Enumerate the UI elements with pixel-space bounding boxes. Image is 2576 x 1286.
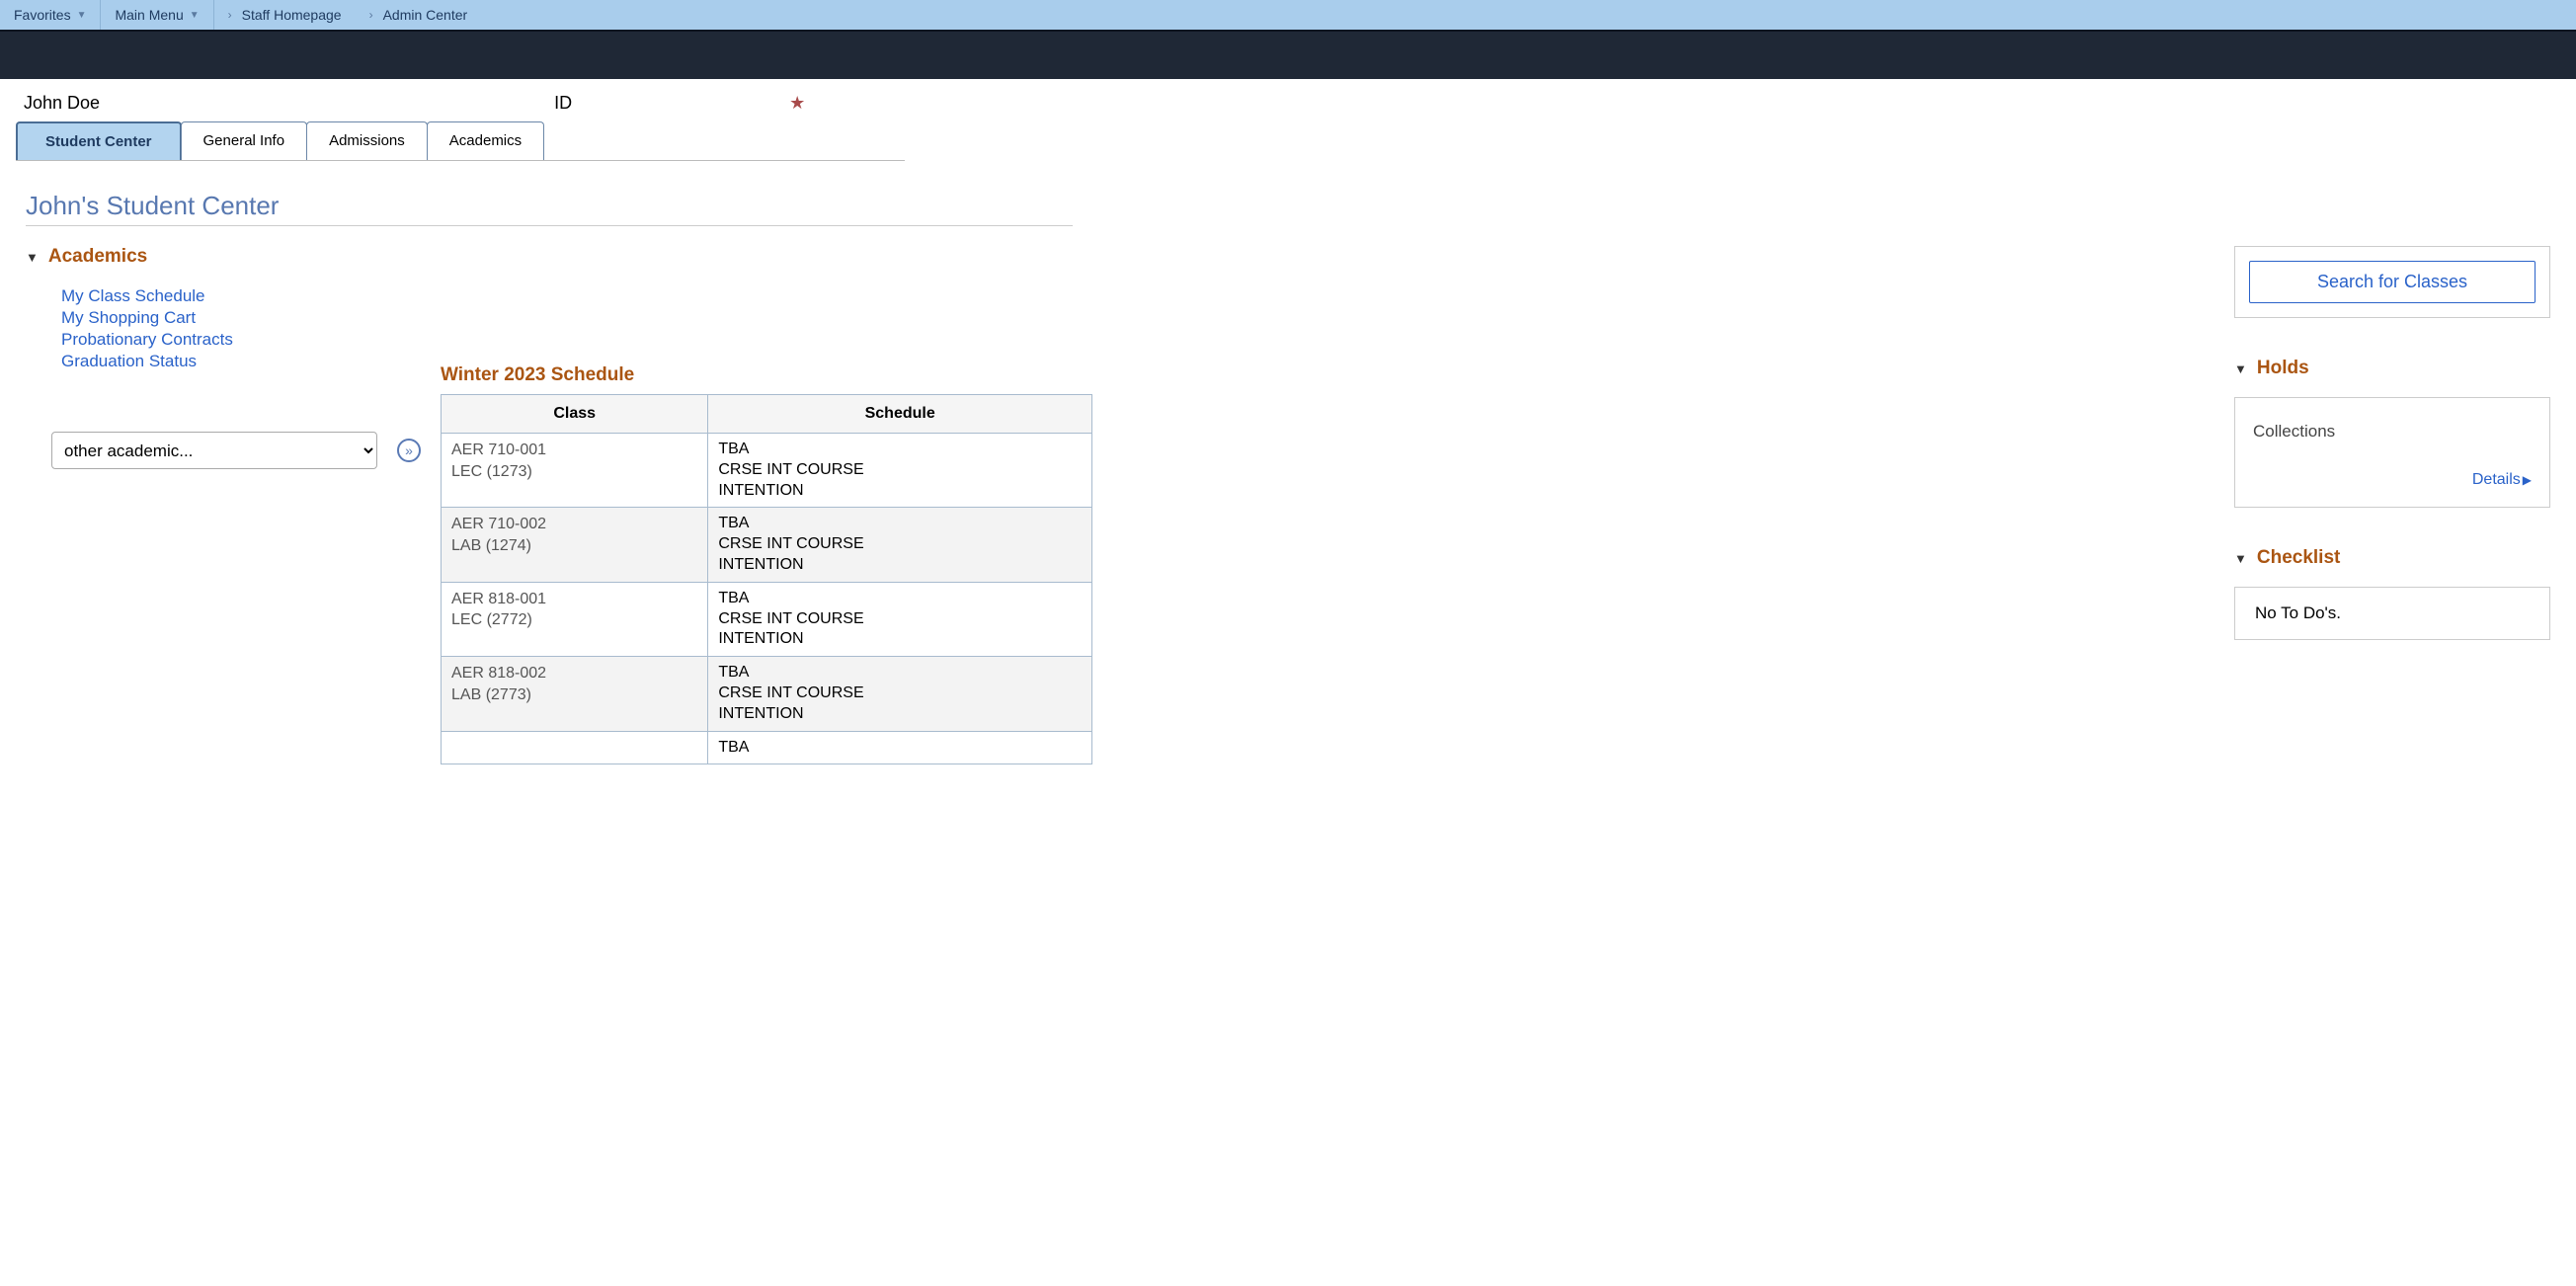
table-row: AER 710-001LEC (1273)TBACRSE INT COURSEI…: [442, 434, 1092, 508]
class-cell: AER 818-002LAB (2773): [442, 657, 708, 731]
schedule-title: Winter 2023 Schedule: [441, 364, 1092, 386]
page-title: John's Student Center: [26, 191, 2576, 221]
triangle-right-icon: ▶: [2523, 473, 2532, 487]
class-cell: AER 818-001LEC (2772): [442, 582, 708, 656]
holds-text: Collections: [2253, 422, 2532, 442]
breadcrumb-bar: Favorites ▼ Main Menu ▼ › Staff Homepage…: [0, 0, 2576, 30]
details-label: Details: [2472, 471, 2521, 488]
search-panel: Search for Classes: [2234, 246, 2550, 318]
schedule-cell: TBACRSE INT COURSEINTENTION: [708, 582, 1092, 656]
checklist-panel: No To Do's.: [2234, 587, 2550, 640]
tab-label: Admissions: [329, 132, 405, 149]
academics-links: My Class Schedule My Shopping Cart Proba…: [61, 285, 441, 372]
details-link[interactable]: Details▶: [2472, 471, 2532, 488]
tab-academics[interactable]: Academics: [427, 121, 544, 160]
triangle-down-icon: ▼: [2234, 362, 2247, 376]
link-probationary[interactable]: Probationary Contracts: [61, 329, 441, 351]
schedule-cell: TBA: [708, 731, 1092, 764]
table-row: TBA: [442, 731, 1092, 764]
tab-student-center[interactable]: Student Center: [16, 121, 182, 160]
holds-section-title: Holds: [2257, 358, 2309, 379]
link-graduation[interactable]: Graduation Status: [61, 351, 441, 372]
header-banner: [0, 30, 2576, 79]
checklist-section-toggle[interactable]: ▼ Checklist: [2234, 547, 2550, 569]
tab-general-info[interactable]: General Info: [181, 121, 308, 160]
academics-section-toggle[interactable]: ▼ Academics: [26, 246, 441, 268]
caret-down-icon: ▼: [77, 10, 87, 21]
tab-strip: Student Center General Info Admissions A…: [16, 121, 905, 161]
checklist-text: No To Do's.: [2255, 603, 2530, 623]
triangle-down-icon: ▼: [26, 250, 39, 265]
holds-panel: Collections Details▶: [2234, 397, 2550, 508]
tab-label: General Info: [203, 132, 285, 149]
identity-row: John Doe ID ★: [0, 79, 2576, 121]
caret-down-icon: ▼: [190, 10, 200, 21]
other-academic-select[interactable]: other academic...: [51, 432, 377, 469]
class-cell: [442, 731, 708, 764]
favorites-label: Favorites: [14, 7, 71, 23]
search-for-classes-button[interactable]: Search for Classes: [2249, 261, 2536, 303]
id-label: ID: [554, 93, 572, 114]
breadcrumb-label: Staff Homepage: [242, 7, 342, 23]
link-shopping-cart[interactable]: My Shopping Cart: [61, 307, 441, 329]
go-icon[interactable]: »: [397, 439, 421, 462]
tab-label: Academics: [449, 132, 522, 149]
holds-section-toggle[interactable]: ▼ Holds: [2234, 358, 2550, 379]
schedule-cell: TBACRSE INT COURSEINTENTION: [708, 657, 1092, 731]
schedule-cell: TBACRSE INT COURSEINTENTION: [708, 508, 1092, 582]
triangle-down-icon: ▼: [2234, 551, 2247, 566]
checklist-section-title: Checklist: [2257, 547, 2340, 569]
class-cell: AER 710-002LAB (1274): [442, 508, 708, 582]
tab-admissions[interactable]: Admissions: [306, 121, 428, 160]
academics-section-title: Academics: [48, 246, 147, 268]
star-icon[interactable]: ★: [789, 93, 805, 114]
table-row: AER 818-002LAB (2773)TBACRSE INT COURSEI…: [442, 657, 1092, 731]
favorites-menu[interactable]: Favorites ▼: [0, 0, 101, 30]
main-menu[interactable]: Main Menu ▼: [101, 0, 213, 30]
table-row: AER 818-001LEC (2772)TBACRSE INT COURSEI…: [442, 582, 1092, 656]
breadcrumb-label: Admin Center: [383, 7, 468, 23]
schedule-table: Class Schedule AER 710-001LEC (1273)TBAC…: [441, 394, 1092, 764]
schedule-cell: TBACRSE INT COURSEINTENTION: [708, 434, 1092, 508]
tab-label: Student Center: [45, 133, 152, 150]
link-class-schedule[interactable]: My Class Schedule: [61, 285, 441, 307]
student-name: John Doe: [24, 93, 100, 114]
main-menu-label: Main Menu: [115, 7, 183, 23]
class-cell: AER 710-001LEC (1273): [442, 434, 708, 508]
breadcrumb-admin-center[interactable]: › Admin Center: [356, 0, 482, 30]
breadcrumb-staff-homepage[interactable]: › Staff Homepage: [214, 0, 356, 30]
chevron-right-icon: ›: [369, 8, 373, 22]
chevron-right-icon: ›: [228, 8, 232, 22]
table-row: AER 710-002LAB (1274)TBACRSE INT COURSEI…: [442, 508, 1092, 582]
col-header-class: Class: [442, 395, 708, 434]
col-header-schedule: Schedule: [708, 395, 1092, 434]
